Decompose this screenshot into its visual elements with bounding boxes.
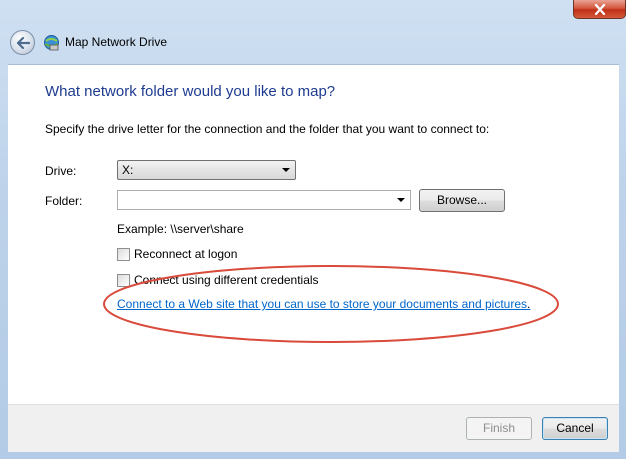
page-heading: What network folder would you like to ma…	[45, 83, 336, 100]
credentials-checkbox[interactable]	[117, 273, 130, 287]
credentials-label[interactable]: Connect using different credentials	[134, 273, 319, 287]
web-site-link[interactable]: Connect to a Web site that you can use t…	[117, 297, 527, 311]
example-text: Example: \\server\share	[117, 222, 244, 236]
web-site-link-row: Connect to a Web site that you can use t…	[117, 297, 530, 311]
close-icon	[594, 3, 605, 15]
window-title: Map Network Drive	[65, 35, 168, 49]
chevron-down-icon	[282, 168, 290, 172]
reconnect-checkbox[interactable]	[117, 247, 130, 261]
reconnect-label[interactable]: Reconnect at logon	[134, 247, 237, 261]
drive-label: Drive:	[45, 164, 77, 178]
reconnect-row[interactable]: Reconnect at logon	[117, 247, 237, 261]
drive-select-value: X:	[122, 163, 134, 177]
back-arrow-icon	[16, 36, 30, 49]
dialog-content: What network folder would you like to ma…	[8, 64, 619, 404]
drive-select[interactable]: X:	[117, 160, 296, 180]
instructions-text: Specify the drive letter for the connect…	[45, 122, 490, 136]
close-button[interactable]	[573, 0, 626, 19]
network-drive-icon	[44, 35, 59, 51]
window-frame-bottom	[0, 452, 626, 459]
cancel-button[interactable]: Cancel	[542, 417, 608, 440]
chevron-down-icon[interactable]	[397, 198, 405, 202]
back-button[interactable]	[10, 30, 35, 55]
browse-button[interactable]: Browse...	[419, 189, 505, 212]
folder-input[interactable]	[117, 190, 411, 210]
folder-label: Folder:	[45, 194, 83, 208]
dialog-footer: Finish Cancel	[8, 404, 619, 452]
finish-button[interactable]: Finish	[466, 417, 532, 440]
title-bar: Map Network Drive	[0, 0, 626, 64]
web-site-link-period: .	[527, 297, 531, 311]
credentials-row[interactable]: Connect using different credentials	[117, 273, 319, 287]
